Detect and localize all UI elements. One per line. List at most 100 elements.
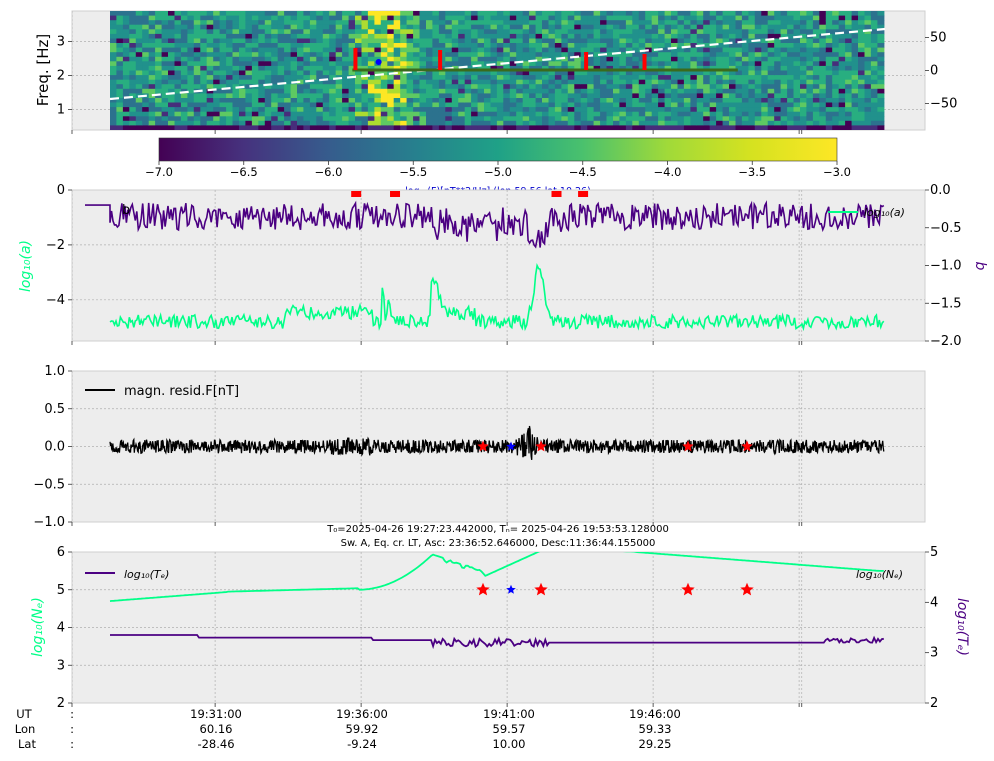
spectrogram-cell <box>503 11 511 17</box>
spectrogram-cell <box>484 15 491 21</box>
spectrogram-cell <box>129 84 137 90</box>
spectrogram-cell <box>638 79 646 85</box>
spectrogram-cell <box>187 93 195 99</box>
spectrogram-cell <box>780 61 788 67</box>
spectrogram-cell <box>400 88 408 94</box>
spectrogram-cell <box>110 47 117 53</box>
spectrogram-cell <box>161 47 169 53</box>
spectrogram-cell <box>542 20 549 26</box>
spectrogram-cell <box>780 65 788 72</box>
spectrogram-cell <box>793 116 801 122</box>
spectrogram-cell <box>168 56 175 62</box>
spectrogram-cell <box>342 120 350 126</box>
spectrogram-cell <box>245 70 253 76</box>
spectrogram-cell <box>735 125 743 130</box>
spectrogram-cell <box>361 79 369 85</box>
spectrogram-cell <box>413 29 421 35</box>
spectrogram-cell <box>858 84 865 90</box>
spectrogram-cell <box>800 20 807 26</box>
spectrogram-cell <box>522 79 530 85</box>
spectrogram-cell <box>864 125 872 130</box>
spectrogram-cell <box>406 88 414 94</box>
spectrogram-cell <box>129 120 137 126</box>
spectrogram-cell <box>413 116 421 122</box>
spectrogram-cell <box>477 20 485 26</box>
spectrogram-cell <box>593 102 601 108</box>
spectrogram-cell <box>155 38 163 44</box>
colorbar-tick-2: −6.0 <box>315 165 343 179</box>
spectrogram-cell <box>200 33 208 40</box>
spectrogram-cell <box>187 70 195 76</box>
spectrogram-cell <box>619 98 627 104</box>
spectrogram-cell <box>387 47 395 53</box>
spectrogram-cell <box>812 11 820 17</box>
spectrogram-cell <box>664 29 672 35</box>
spectrogram-cell <box>593 38 601 44</box>
spectrogram-cell <box>812 70 820 76</box>
spectrogram-cell <box>148 84 156 90</box>
spectrogram-cell <box>664 79 672 85</box>
spectrogram-cell <box>335 65 343 72</box>
spectrogram-cell <box>516 116 524 122</box>
spectrogram-cell <box>193 52 201 58</box>
spectrogram-cell <box>135 70 143 76</box>
spectrogram-cell <box>142 52 150 58</box>
spectrogram-cell <box>477 33 485 40</box>
spectrogram-cell <box>735 43 743 49</box>
spectrogram-cell <box>335 102 343 108</box>
spectrogram-cell <box>226 116 234 122</box>
spectrogram-cell <box>806 84 814 90</box>
spectrogram-cell <box>135 65 143 72</box>
spectrogram-cell <box>348 29 356 35</box>
spectrogram-cell <box>741 56 749 62</box>
spectrogram-cell <box>464 111 472 117</box>
spectrogram-cell <box>290 43 298 49</box>
spectrogram-cell <box>393 15 401 21</box>
spectrogram-cell <box>264 15 272 21</box>
spectrogram-cell <box>458 98 466 104</box>
spectrogram-cell <box>561 11 569 17</box>
spectrogram-cell <box>877 56 885 62</box>
spectrogram-cell <box>780 98 788 104</box>
spec-y-tick-0: 1 <box>57 103 65 118</box>
spectrogram-cell <box>722 56 730 62</box>
spectrogram-cell <box>245 93 253 99</box>
spectrogram-cell <box>206 20 214 26</box>
spectrogram-cell <box>451 111 459 117</box>
spectrogram-cell <box>445 93 453 99</box>
spectrogram-cell <box>367 111 375 117</box>
spectrogram-cell <box>129 20 137 26</box>
spectrogram-cell <box>445 98 453 104</box>
spectrogram-cell <box>342 52 350 58</box>
spectrogram-cell <box>580 79 588 85</box>
spectrogram-cell <box>761 65 769 72</box>
spectrogram-cell <box>658 88 666 94</box>
spectrogram-cell <box>387 38 395 44</box>
spectrogram-cell <box>529 20 537 26</box>
spectrogram-cell <box>800 120 807 126</box>
spectrogram-cell <box>148 61 156 67</box>
spectrogram-cell <box>200 125 208 130</box>
spectrogram-cell <box>258 107 266 113</box>
spectrogram-cell <box>426 125 433 130</box>
spectrogram-cell <box>471 102 479 108</box>
spectrogram-cell <box>174 98 182 104</box>
spectrogram-cell <box>219 43 227 49</box>
spectrogram-cell <box>832 107 840 113</box>
spectrogram-cell <box>780 52 788 58</box>
spectrogram-cell <box>677 111 685 117</box>
spectrogram-cell <box>774 79 782 85</box>
spectrogram-cell <box>438 20 446 26</box>
spectrogram-cell <box>716 111 724 117</box>
spectrogram-cell <box>484 98 491 104</box>
spectrogram-cell <box>426 88 433 94</box>
spectrogram-cell <box>613 20 620 26</box>
spectrogram-cell <box>787 47 795 53</box>
spectrogram-cell <box>741 24 749 30</box>
spectrogram-cell <box>413 79 421 85</box>
spectrogram-cell <box>503 38 511 44</box>
spectrogram-cell <box>406 98 414 104</box>
spectrogram-cell <box>122 107 130 113</box>
spectrogram-cell <box>413 56 421 62</box>
spectrogram-cell <box>600 15 608 21</box>
